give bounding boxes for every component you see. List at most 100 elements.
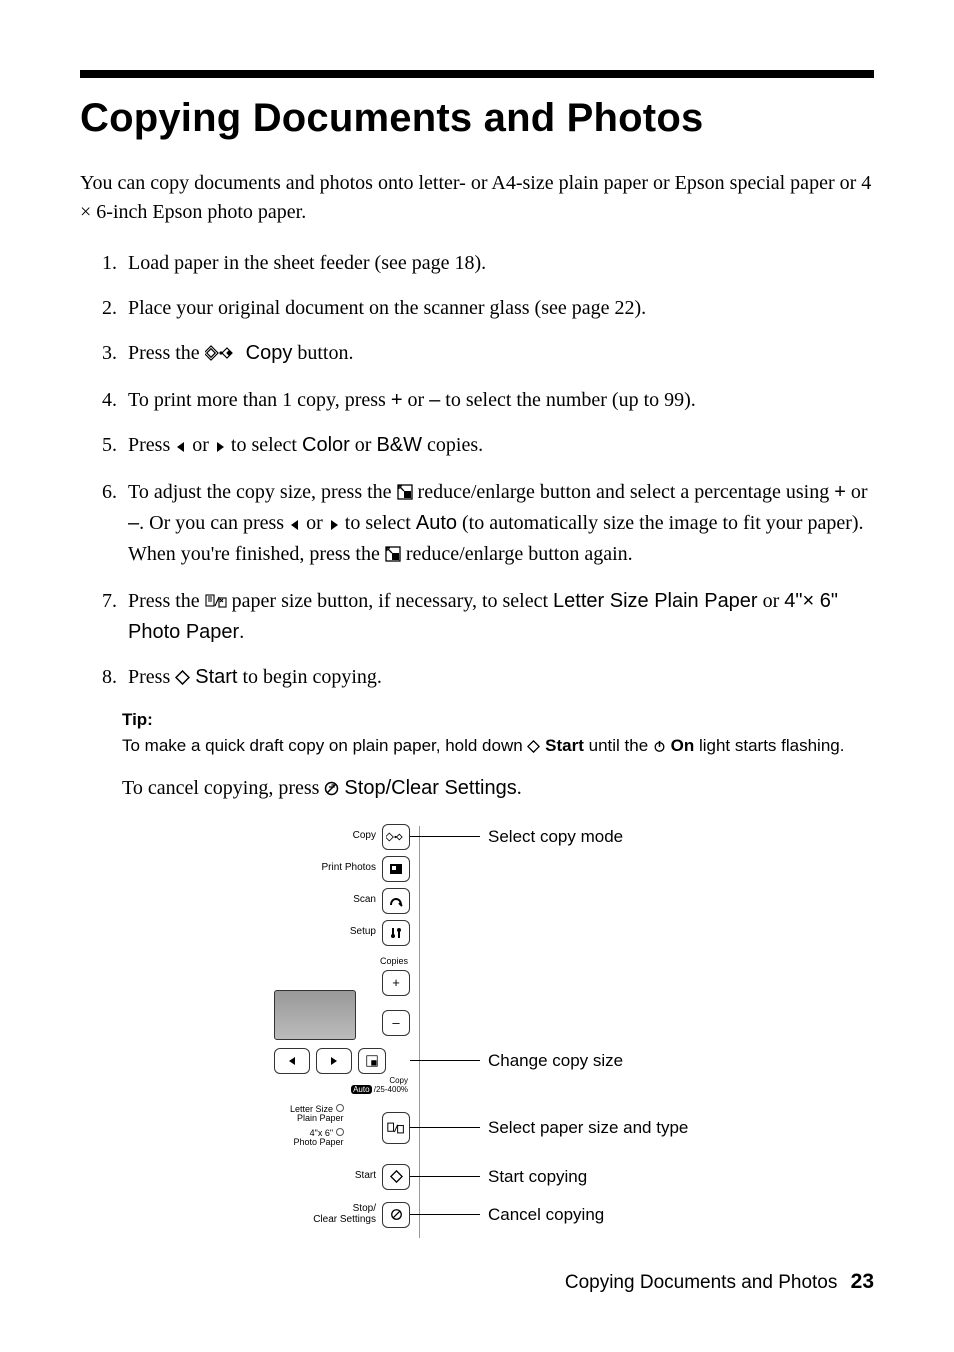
reduce-enlarge-icon — [397, 480, 413, 509]
reduce-enlarge-button[interactable] — [358, 1048, 386, 1074]
plus-symbol: + — [391, 389, 403, 411]
text: Press — [128, 434, 175, 456]
leader-line — [410, 1176, 480, 1177]
step-8: Press Start to begin copying. — [122, 663, 874, 694]
steps-list: Load paper in the sheet feeder (see page… — [80, 249, 874, 694]
page-number: 23 — [851, 1270, 874, 1293]
scan-button[interactable] — [382, 888, 410, 914]
step-6: To adjust the copy size, press the reduc… — [122, 478, 874, 571]
stop-button[interactable] — [382, 1202, 410, 1228]
right-arrow-button[interactable] — [316, 1048, 352, 1074]
text: to begin copying. — [237, 666, 381, 688]
step-3: Press the Copy button. — [122, 339, 874, 370]
right-arrow-icon — [214, 433, 226, 462]
annot-copy-mode: Select copy mode — [488, 827, 623, 847]
text: copies. — [422, 434, 483, 456]
text: To make a quick draft copy on plain pape… — [122, 736, 527, 755]
text: . Or you can press — [139, 512, 289, 534]
annot-start: Start copying — [488, 1167, 587, 1187]
paper-size-button[interactable] — [382, 1112, 410, 1144]
page-footer: Copying Documents and Photos 23 — [565, 1270, 874, 1294]
right-arrow-icon — [328, 511, 340, 540]
paper-size-icon — [205, 589, 227, 618]
text: or — [301, 512, 328, 534]
print-photos-button[interactable] — [382, 856, 410, 882]
text: or — [187, 434, 214, 456]
stop-label: Stop/Clear Settings — [344, 777, 516, 799]
text: Press the — [128, 342, 205, 364]
leader-line — [410, 1127, 480, 1128]
start-diamond-icon — [175, 665, 190, 694]
text: button. — [292, 342, 353, 364]
leader-line — [410, 1060, 480, 1061]
text: reduce/enlarge button and select a perce… — [413, 481, 835, 503]
text: . — [239, 621, 244, 643]
copies-minus-button[interactable]: – — [382, 1010, 410, 1036]
left-arrow-icon — [175, 433, 187, 462]
setup-button-label: Setup — [350, 927, 376, 938]
leader-line — [410, 1214, 480, 1215]
left-arrow-icon — [289, 511, 301, 540]
leader-line — [410, 836, 480, 837]
text: To print more than 1 copy, press — [128, 389, 391, 411]
tip-label: Tip: — [122, 710, 874, 730]
document-page: Copying Documents and Photos You can cop… — [0, 0, 954, 1352]
minus-symbol: – — [128, 512, 139, 534]
text: Press — [128, 666, 175, 688]
start-button[interactable] — [382, 1164, 410, 1190]
cancel-line: To cancel copying, press Stop/Clear Sett… — [122, 777, 874, 802]
copy-mode-button[interactable] — [382, 824, 410, 850]
reduce-enlarge-icon — [385, 542, 401, 571]
minus-symbol: – — [429, 389, 440, 411]
text: Press the — [128, 590, 205, 612]
auto-label: Auto — [416, 512, 457, 534]
letter-paper-label: Letter Size Plain Paper — [553, 590, 758, 612]
lcd-screen — [274, 990, 356, 1040]
tip-block: Tip: To make a quick draft copy on plain… — [122, 710, 874, 761]
start-label: Start — [545, 736, 584, 755]
annot-paper-size: Select paper size and type — [488, 1118, 688, 1138]
copy-button-label: Copy — [353, 831, 376, 842]
stop-button-label: Stop/Clear Settings — [313, 1204, 376, 1225]
text: to select — [340, 512, 416, 534]
print-photos-button-label: Print Photos — [322, 863, 376, 874]
auto-pill: Auto — [351, 1085, 371, 1094]
copy-label: Copy — [246, 342, 293, 364]
start-button-label: Start — [355, 1171, 376, 1182]
text: or — [846, 481, 868, 503]
text: . — [517, 777, 522, 799]
control-panel: Copy Print Photos Scan Setup Copies + – — [260, 818, 420, 1238]
photo-led-icon — [336, 1128, 344, 1136]
copies-section-label: Copies — [380, 956, 408, 966]
page-title: Copying Documents and Photos — [80, 96, 874, 141]
text: To cancel copying, press — [122, 777, 324, 799]
text: paper size button, if necessary, to sele… — [227, 590, 553, 612]
control-panel-diagram: Copy Print Photos Scan Setup Copies + – — [260, 818, 860, 1238]
left-arrow-button[interactable] — [274, 1048, 310, 1074]
annot-copy-size: Change copy size — [488, 1051, 623, 1071]
start-diamond-icon — [527, 736, 540, 761]
on-label: On — [671, 736, 695, 755]
plus-symbol: + — [834, 481, 846, 503]
plain-paper-label: Plain Paper — [290, 1114, 344, 1123]
annot-cancel: Cancel copying — [488, 1205, 604, 1225]
copies-plus-button[interactable]: + — [382, 970, 410, 996]
power-icon — [653, 736, 666, 761]
text: or — [758, 590, 785, 612]
copy-range-label: Copy — [389, 1076, 408, 1085]
text: to select — [226, 434, 302, 456]
step-2: Place your original document on the scan… — [122, 294, 874, 323]
step-4: To print more than 1 copy, press + or – … — [122, 386, 874, 415]
intro-paragraph: You can copy documents and photos onto l… — [80, 169, 874, 227]
setup-button[interactable] — [382, 920, 410, 946]
text: to select the number (up to 99). — [440, 389, 696, 411]
step-7: Press the paper size button, if necessar… — [122, 587, 874, 647]
top-rule — [80, 70, 874, 78]
photo-paper-label: Photo Paper — [290, 1138, 344, 1147]
text: light starts flashing. — [694, 736, 844, 755]
start-label: Start — [195, 666, 237, 688]
copy-mode-icon — [205, 341, 241, 370]
copy-range-label-2: /25-400% — [372, 1085, 408, 1094]
text: To adjust the copy size, press the — [128, 481, 397, 503]
color-label: Color — [302, 434, 350, 456]
